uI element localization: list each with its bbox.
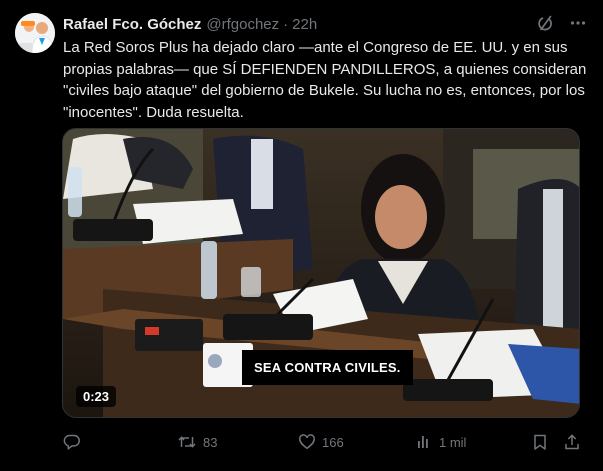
separator-dot: · bbox=[283, 15, 289, 33]
like-icon bbox=[298, 433, 316, 451]
action-bar: 83 166 1 mil bbox=[63, 430, 583, 454]
reply-button[interactable] bbox=[63, 430, 87, 454]
like-button[interactable]: 166 bbox=[298, 430, 344, 454]
retweet-button[interactable]: 83 bbox=[177, 430, 217, 454]
retweet-icon bbox=[177, 433, 197, 451]
author-handle[interactable]: @rfgochez bbox=[206, 16, 279, 33]
share-button[interactable] bbox=[563, 430, 581, 454]
views-button[interactable]: 1 mil bbox=[415, 430, 466, 454]
tweet-card[interactable]: Rafael Fco. Góchez @rfgochez · 22h La Re… bbox=[0, 0, 603, 471]
share-icon bbox=[563, 433, 581, 451]
bookmark-button[interactable] bbox=[531, 430, 549, 454]
retweet-count: 83 bbox=[203, 434, 218, 450]
like-count: 166 bbox=[322, 434, 344, 450]
tweet-text: La Red Soros Plus ha dejado claro —ante … bbox=[63, 39, 587, 121]
views-count: 1 mil bbox=[439, 434, 467, 450]
avatar[interactable] bbox=[15, 13, 55, 53]
video-caption: SEA CONTRA CIVILES. bbox=[242, 350, 413, 385]
more-icon[interactable] bbox=[569, 14, 587, 32]
timestamp[interactable]: 22h bbox=[292, 16, 317, 33]
reply-icon bbox=[63, 433, 81, 451]
tweet-header: Rafael Fco. Góchez @rfgochez · 22h bbox=[63, 14, 587, 34]
video-duration: 0:23 bbox=[76, 386, 117, 407]
views-icon bbox=[415, 433, 433, 451]
bookmark-icon bbox=[531, 433, 549, 451]
grok-icon[interactable] bbox=[537, 14, 555, 32]
author-name[interactable]: Rafael Fco. Góchez bbox=[63, 16, 201, 33]
